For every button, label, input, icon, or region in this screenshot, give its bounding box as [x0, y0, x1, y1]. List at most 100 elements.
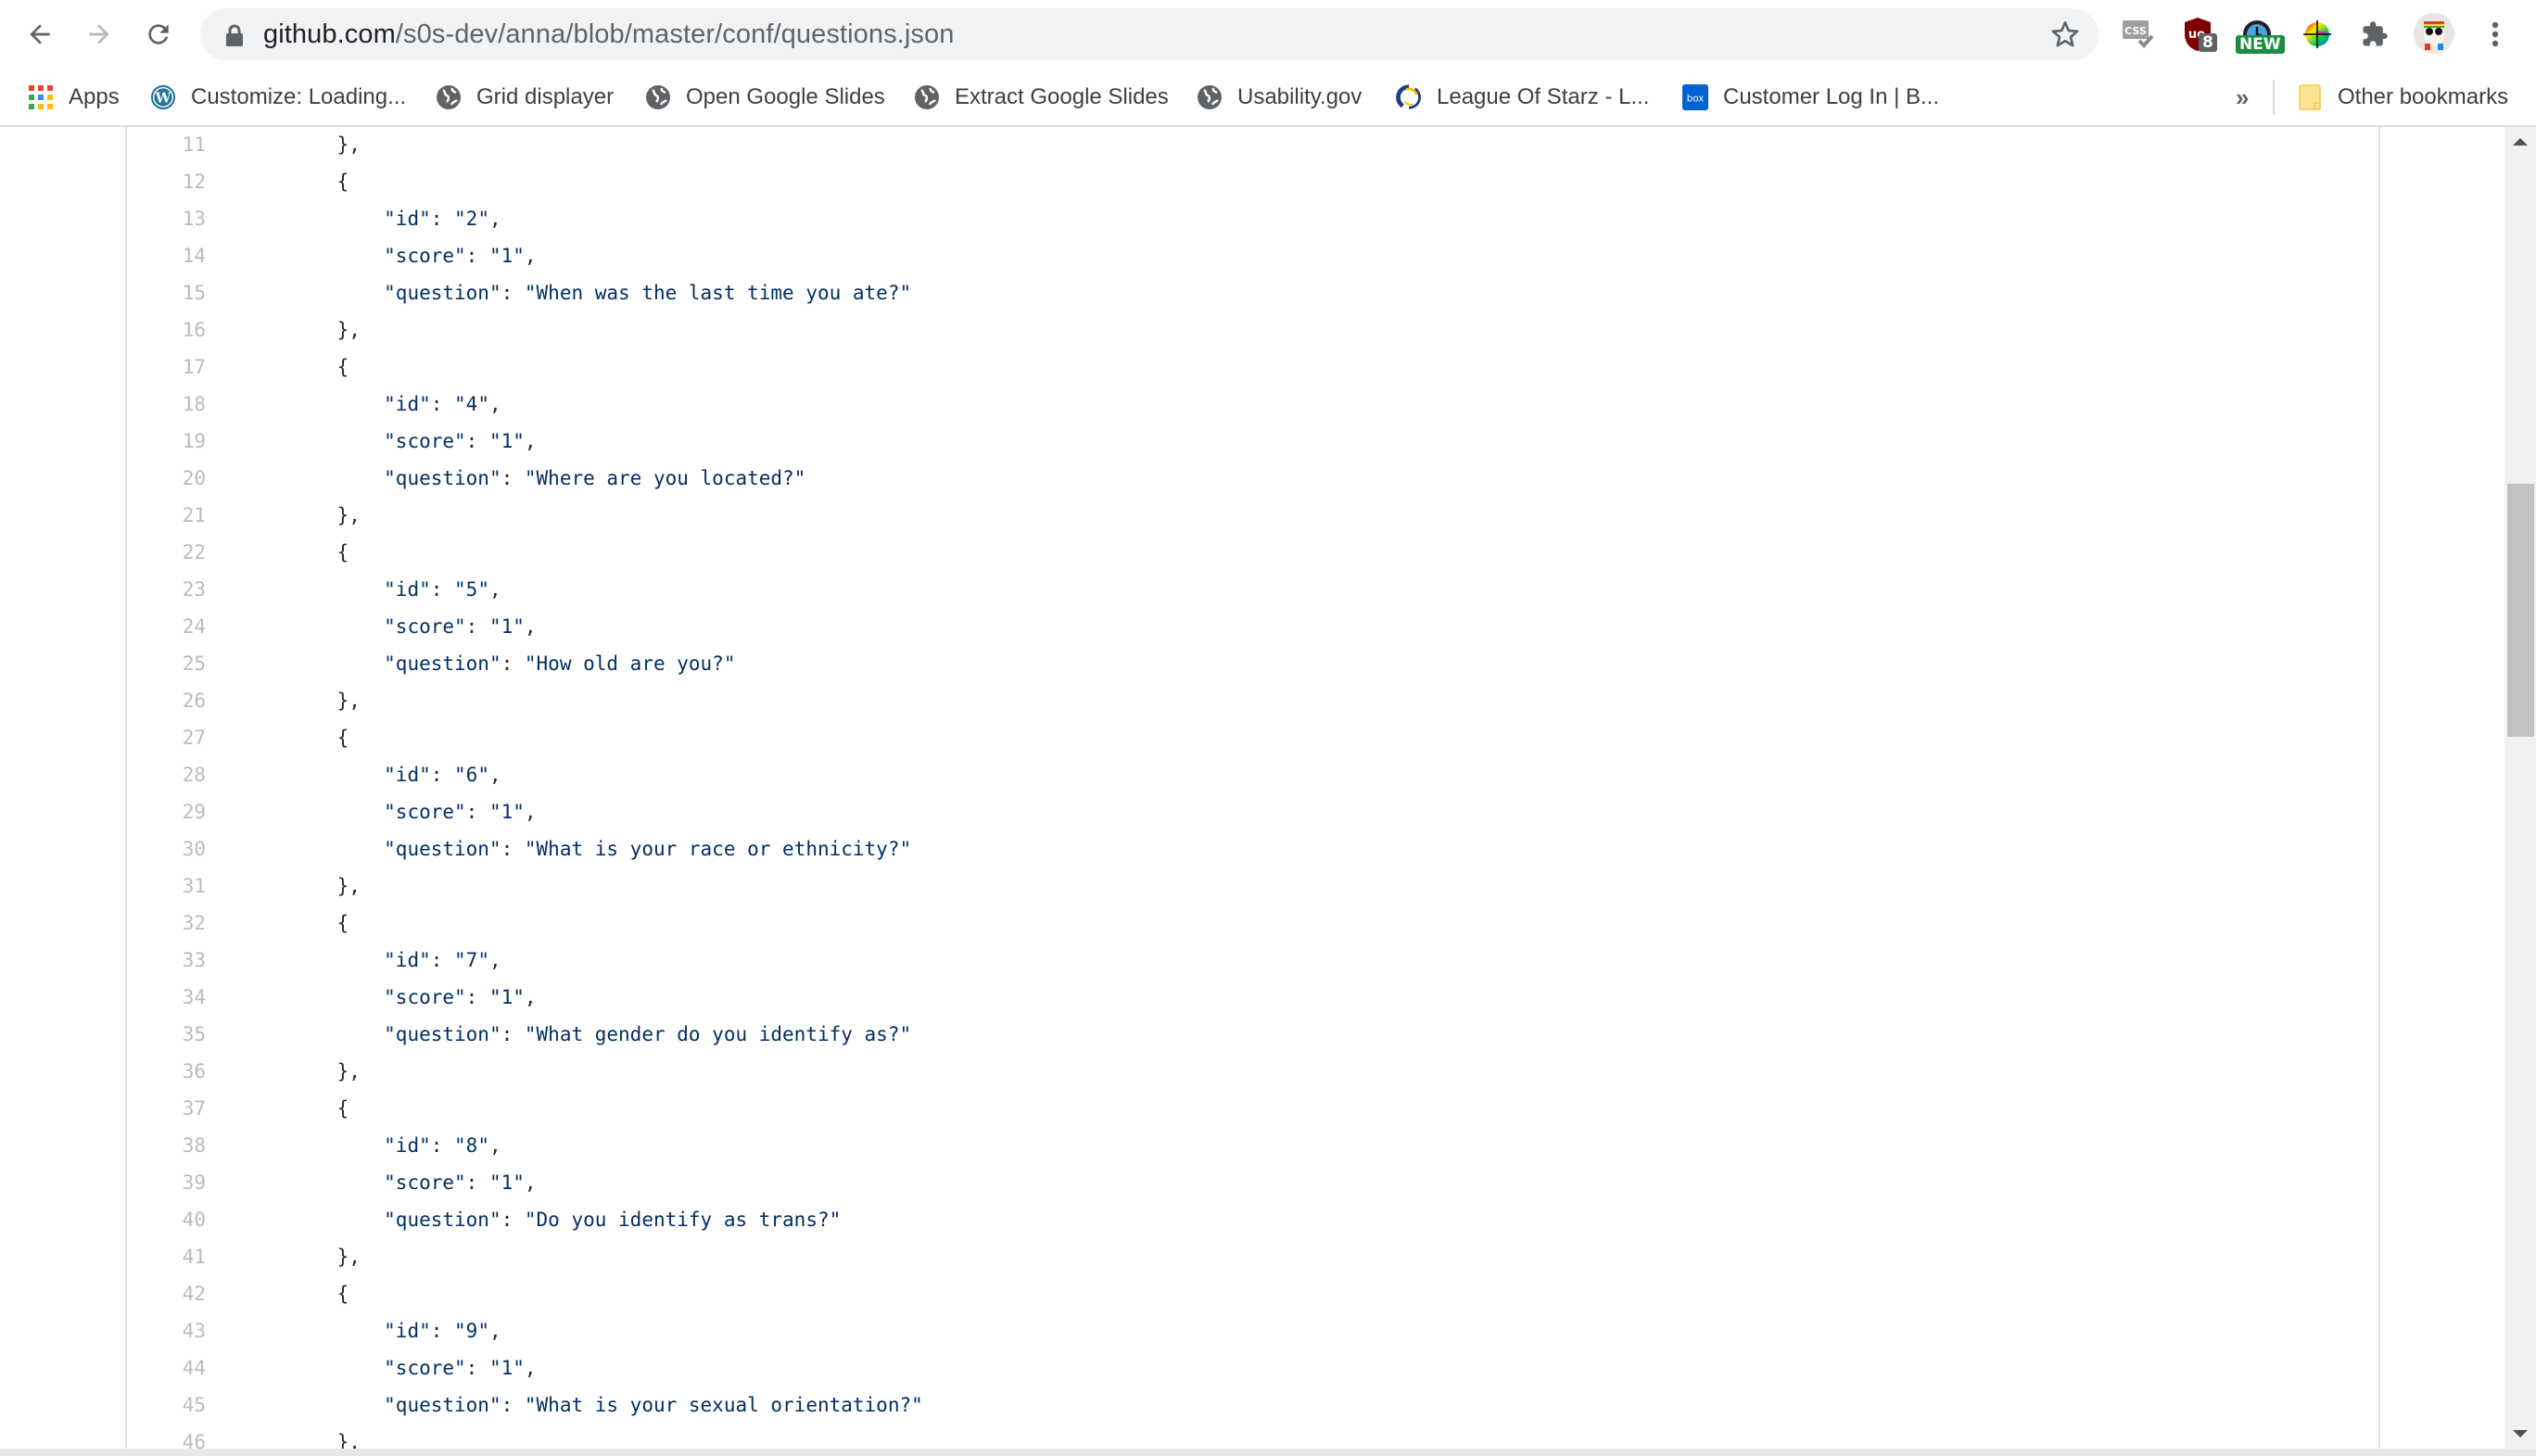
- open-brace: {: [290, 356, 349, 378]
- json-value: "When was the last time you ate?": [524, 282, 912, 304]
- line-number[interactable]: 31: [127, 875, 206, 897]
- vertical-scrollbar[interactable]: [2504, 127, 2536, 1449]
- line-number[interactable]: 20: [127, 467, 206, 489]
- json-value: "1": [488, 1171, 525, 1194]
- line-number[interactable]: 13: [127, 208, 206, 230]
- line-number[interactable]: 14: [127, 245, 206, 267]
- bookmark-other-bookmarks[interactable]: Other bookmarks: [2297, 80, 2508, 115]
- colon: :: [465, 801, 489, 823]
- line-number[interactable]: 36: [127, 1060, 206, 1083]
- wordpress-icon: W: [150, 84, 176, 110]
- clock-extension[interactable]: NEW: [2236, 15, 2285, 54]
- bookmark-league-of-starz[interactable]: League Of Starz - L...: [1396, 80, 1649, 115]
- line-number[interactable]: 26: [127, 690, 206, 712]
- line-number[interactable]: 16: [127, 319, 206, 341]
- line-number[interactable]: 32: [127, 912, 206, 934]
- reload-button[interactable]: [137, 13, 180, 56]
- profile-avatar[interactable]: [2414, 13, 2454, 54]
- line-number[interactable]: 15: [127, 282, 206, 304]
- url-host: github.com: [263, 19, 396, 49]
- bookmark-apps[interactable]: Apps: [28, 80, 120, 115]
- line-number[interactable]: 43: [127, 1320, 206, 1342]
- code-line: 35 "question": "What gender do you ident…: [127, 1016, 2378, 1053]
- scroll-down-button[interactable]: [2504, 1421, 2536, 1449]
- bookmarks-overflow-button[interactable]: »: [2236, 80, 2249, 115]
- line-number[interactable]: 25: [127, 652, 206, 675]
- line-source: "score": "1",: [290, 1357, 536, 1379]
- code-line: 41 },: [127, 1238, 2378, 1275]
- line-number[interactable]: 17: [127, 356, 206, 378]
- back-button[interactable]: [19, 13, 61, 56]
- ublock-extension[interactable]: uo 8: [2178, 15, 2217, 54]
- css-viewer-extension[interactable]: CSS: [2119, 15, 2158, 54]
- color-picker-extension[interactable]: [2298, 15, 2337, 54]
- line-number[interactable]: 11: [127, 133, 206, 156]
- line-source: },: [290, 133, 361, 156]
- close-brace: },: [290, 1246, 361, 1268]
- forward-button[interactable]: [78, 13, 120, 56]
- line-number[interactable]: 33: [127, 949, 206, 971]
- bookmark-customer-log-in[interactable]: box Customer Log In | B...: [1682, 80, 1939, 115]
- line-number[interactable]: 39: [127, 1171, 206, 1194]
- bookmark-star-icon[interactable]: [2050, 19, 2080, 49]
- line-number[interactable]: 18: [127, 393, 206, 415]
- line-number[interactable]: 28: [127, 764, 206, 786]
- bookmark-label: Open Google Slides: [686, 84, 885, 109]
- comma: ,: [524, 1171, 537, 1194]
- line-source: "id": "8",: [290, 1134, 501, 1157]
- line-number[interactable]: 30: [127, 838, 206, 860]
- line-number[interactable]: 45: [127, 1394, 206, 1416]
- bookmark-customize[interactable]: W Customize: Loading...: [150, 80, 406, 115]
- line-number[interactable]: 37: [127, 1097, 206, 1120]
- json-value: "5": [454, 578, 489, 601]
- url-text[interactable]: github.com/s0s-dev/anna/blob/master/conf…: [263, 19, 954, 50]
- line-number[interactable]: 34: [127, 986, 206, 1008]
- line-number[interactable]: 46: [127, 1431, 206, 1449]
- json-value: "6": [454, 764, 489, 786]
- line-number[interactable]: 21: [127, 504, 206, 526]
- line-source: "score": "1",: [290, 986, 536, 1008]
- bookmark-open-google-slides[interactable]: Open Google Slides: [645, 80, 885, 115]
- json-key: "question": [384, 467, 501, 489]
- comma: ,: [488, 208, 501, 230]
- line-number[interactable]: 44: [127, 1357, 206, 1379]
- line-number[interactable]: 29: [127, 801, 206, 823]
- close-brace: },: [290, 504, 361, 526]
- url-path: /s0s-dev/anna/blob/master/conf/questions…: [395, 19, 955, 49]
- line-number[interactable]: 24: [127, 615, 206, 638]
- code-line: 40 "question": "Do you identify as trans…: [127, 1201, 2378, 1238]
- bookmark-grid-displayer[interactable]: Grid displayer: [436, 80, 614, 115]
- comma: ,: [524, 615, 537, 638]
- line-number[interactable]: 23: [127, 578, 206, 601]
- json-value: "1": [488, 986, 525, 1008]
- line-number[interactable]: 41: [127, 1246, 206, 1268]
- bookmark-extract-google-slides[interactable]: Extract Google Slides: [914, 80, 1169, 115]
- code-line: 45 "question": "What is your sexual orie…: [127, 1386, 2378, 1424]
- json-value: "What gender do you identify as?": [524, 1023, 912, 1045]
- scroll-up-button[interactable]: [2504, 127, 2536, 155]
- extensions-menu[interactable]: [2355, 15, 2394, 54]
- json-key: "question": [384, 1209, 501, 1231]
- line-number[interactable]: 40: [127, 1209, 206, 1231]
- scrollbar-thumb[interactable]: [2507, 484, 2534, 738]
- json-key: "score": [384, 1357, 466, 1379]
- line-number[interactable]: 35: [127, 1023, 206, 1045]
- line-number[interactable]: 27: [127, 727, 206, 749]
- bookmark-usability-gov[interactable]: Usability.gov: [1197, 80, 1362, 115]
- chrome-menu-button[interactable]: [2476, 15, 2515, 54]
- line-number[interactable]: 38: [127, 1134, 206, 1157]
- line-number[interactable]: 12: [127, 171, 206, 193]
- line-number[interactable]: 22: [127, 541, 206, 563]
- line-number[interactable]: 19: [127, 430, 206, 452]
- address-bar[interactable]: github.com/s0s-dev/anna/blob/master/conf…: [200, 8, 2099, 60]
- comma: ,: [524, 245, 537, 267]
- lock-icon[interactable]: [224, 24, 245, 46]
- line-number[interactable]: 42: [127, 1283, 206, 1305]
- line-source: "id": "7",: [290, 949, 501, 971]
